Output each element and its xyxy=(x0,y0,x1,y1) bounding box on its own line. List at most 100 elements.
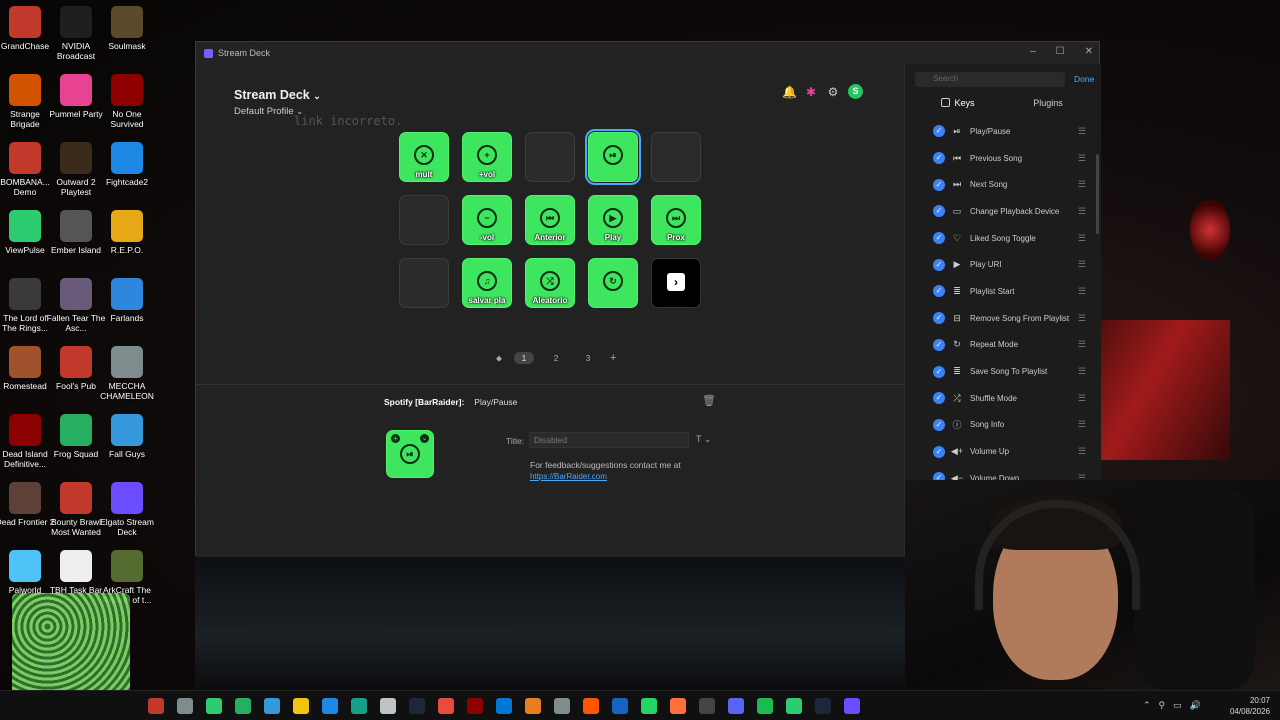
taskbar-app-icon[interactable] xyxy=(467,698,483,714)
taskbar-app-icon[interactable] xyxy=(496,698,512,714)
drag-handle-icon[interactable]: ☰ xyxy=(1078,419,1086,430)
check-icon[interactable]: ✓ xyxy=(933,125,945,138)
check-icon[interactable]: ✓ xyxy=(933,392,945,405)
desktop-shortcut[interactable]: No One Survived xyxy=(97,74,157,129)
deck-key[interactable]: ▶ Play xyxy=(588,195,638,245)
drag-handle-icon[interactable]: ☰ xyxy=(1078,286,1086,297)
taskbar-app-icon[interactable] xyxy=(815,698,831,714)
taskbar-app-icon[interactable] xyxy=(380,698,396,714)
check-icon[interactable]: ✓ xyxy=(933,285,945,298)
tab-keys[interactable]: Keys xyxy=(913,94,1003,112)
search-input[interactable]: Search xyxy=(915,72,1065,87)
deck-key[interactable]: ⏮ Anterior xyxy=(525,195,575,245)
desktop-shortcut[interactable]: R.E.P.O. xyxy=(97,210,157,255)
deck-key[interactable]: ⤮ Aleatorio xyxy=(525,258,575,308)
volume-icon[interactable]: 🔊 xyxy=(1190,700,1201,711)
action-list-item[interactable]: ✓ ≣ Playlist Start ☰ xyxy=(905,278,1102,305)
feedback-link[interactable]: https://BarRaider.com xyxy=(530,472,607,481)
tray-overflow-icon[interactable]: ⌃ xyxy=(1143,700,1151,711)
action-list-item[interactable]: ✓ ⓘ Song Info ☰ xyxy=(905,412,1102,439)
drag-handle-icon[interactable]: ☰ xyxy=(1078,206,1086,217)
drag-handle-icon[interactable]: ☰ xyxy=(1078,126,1086,137)
page-3[interactable]: 3 xyxy=(578,352,598,364)
deck-key[interactable]: ✕ mult xyxy=(399,132,449,182)
taskbar-app-icon[interactable] xyxy=(525,698,541,714)
taskbar-app-icon[interactable] xyxy=(699,698,715,714)
drag-handle-icon[interactable]: ☰ xyxy=(1078,233,1086,244)
tab-plugins[interactable]: Plugins xyxy=(1003,94,1093,112)
check-icon[interactable]: ✓ xyxy=(933,205,945,218)
desktop-shortcut[interactable]: Soulmask xyxy=(97,6,157,51)
check-icon[interactable]: ✓ xyxy=(933,338,945,351)
close-button[interactable]: ✕ xyxy=(1085,46,1093,57)
taskbar-app-icon[interactable] xyxy=(322,698,338,714)
drag-handle-icon[interactable]: ☰ xyxy=(1078,366,1086,377)
drag-handle-icon[interactable]: ☰ xyxy=(1078,259,1086,270)
avatar[interactable]: S xyxy=(848,84,863,99)
trash-icon[interactable]: 🗑 xyxy=(702,394,716,407)
check-icon[interactable]: ✓ xyxy=(933,365,945,378)
check-icon[interactable]: ✓ xyxy=(933,152,945,165)
action-list-item[interactable]: ✓ ⏯ Play/Pause ☰ xyxy=(905,118,1102,145)
deck-key[interactable] xyxy=(399,195,449,245)
drag-handle-icon[interactable]: ☰ xyxy=(1078,446,1086,457)
gear-icon[interactable]: ⚙ xyxy=(826,85,840,99)
check-icon[interactable]: ✓ xyxy=(933,232,945,245)
check-icon[interactable]: ✓ xyxy=(933,312,945,325)
action-list-item[interactable]: ✓ ▭ Change Playback Device ☰ xyxy=(905,198,1102,225)
deck-key[interactable] xyxy=(651,132,701,182)
taskbar-app-icon[interactable] xyxy=(264,698,280,714)
device-selector[interactable]: Stream Deck ⌄ xyxy=(234,88,321,102)
taskbar-app-icon[interactable] xyxy=(409,698,425,714)
deck-key[interactable]: + +vol xyxy=(462,132,512,182)
taskbar-app-icon[interactable] xyxy=(206,698,222,714)
taskbar-app-icon[interactable] xyxy=(844,698,860,714)
pin-icon[interactable]: ⬥ xyxy=(496,353,502,364)
deck-key[interactable]: › xyxy=(651,258,701,308)
taskbar-app-icon[interactable] xyxy=(670,698,686,714)
desktop-shortcut[interactable]: Fall Guys xyxy=(97,414,157,459)
taskbar-app-icon[interactable] xyxy=(641,698,657,714)
clock[interactable]: 20:07 04/08/2026 xyxy=(1230,695,1270,717)
taskbar-app-icon[interactable] xyxy=(438,698,454,714)
taskbar-app-icon[interactable] xyxy=(148,698,164,714)
drag-handle-icon[interactable]: ☰ xyxy=(1078,153,1086,164)
drag-handle-icon[interactable]: ☰ xyxy=(1078,339,1086,350)
scrollbar[interactable] xyxy=(1096,154,1099,234)
mic-icon[interactable]: ⚲ xyxy=(1159,700,1166,711)
taskbar-app-icon[interactable] xyxy=(293,698,309,714)
action-list-item[interactable]: ✓ ▶ Play URI ☰ xyxy=(905,251,1102,278)
deck-key[interactable]: ⏯ xyxy=(585,129,641,185)
add-state-icon[interactable]: + xyxy=(391,434,400,443)
taskbar-app-icon[interactable] xyxy=(351,698,367,714)
taskbar-app-icon[interactable] xyxy=(612,698,628,714)
text-format-button[interactable]: T ⌄ xyxy=(696,434,711,445)
deck-key[interactable]: ⏭ Prox xyxy=(651,195,701,245)
page-2[interactable]: 2 xyxy=(546,352,566,364)
desktop-shortcut[interactable]: Farlands xyxy=(97,278,157,323)
taskbar-app-icon[interactable] xyxy=(757,698,773,714)
title-field[interactable]: Disabled xyxy=(529,432,689,448)
check-icon[interactable]: ✓ xyxy=(933,445,945,458)
check-icon[interactable]: ✓ xyxy=(933,178,945,191)
bell-icon[interactable]: 🔔 xyxy=(782,85,797,99)
drag-handle-icon[interactable]: ☰ xyxy=(1078,179,1086,190)
marketplace-icon[interactable]: ✱ xyxy=(804,85,818,99)
taskbar-app-icon[interactable] xyxy=(583,698,599,714)
profile-selector[interactable]: Default Profile ⌄ xyxy=(234,106,303,117)
check-icon[interactable]: ✓ xyxy=(933,258,945,271)
taskbar-app-icon[interactable] xyxy=(177,698,193,714)
chevron-down-icon[interactable]: ⌄ xyxy=(420,434,429,443)
desktop-shortcut[interactable]: Fightcade2 xyxy=(97,142,157,187)
action-list-item[interactable]: ✓ ≣ Save Song To Playlist ☰ xyxy=(905,358,1102,385)
network-icon[interactable]: ▭ xyxy=(1173,700,1182,711)
taskbar-app-icon[interactable] xyxy=(728,698,744,714)
deck-key[interactable]: − -vol xyxy=(462,195,512,245)
taskbar-app-icon[interactable] xyxy=(554,698,570,714)
action-list-item[interactable]: ✓ ⊟ Remove Song From Playlist ☰ xyxy=(905,305,1102,332)
check-icon[interactable]: ✓ xyxy=(933,418,945,431)
deck-key[interactable] xyxy=(399,258,449,308)
maximize-button[interactable]: ☐ xyxy=(1056,46,1065,57)
deck-key[interactable] xyxy=(525,132,575,182)
deck-key[interactable]: ♫ salvar pla xyxy=(462,258,512,308)
